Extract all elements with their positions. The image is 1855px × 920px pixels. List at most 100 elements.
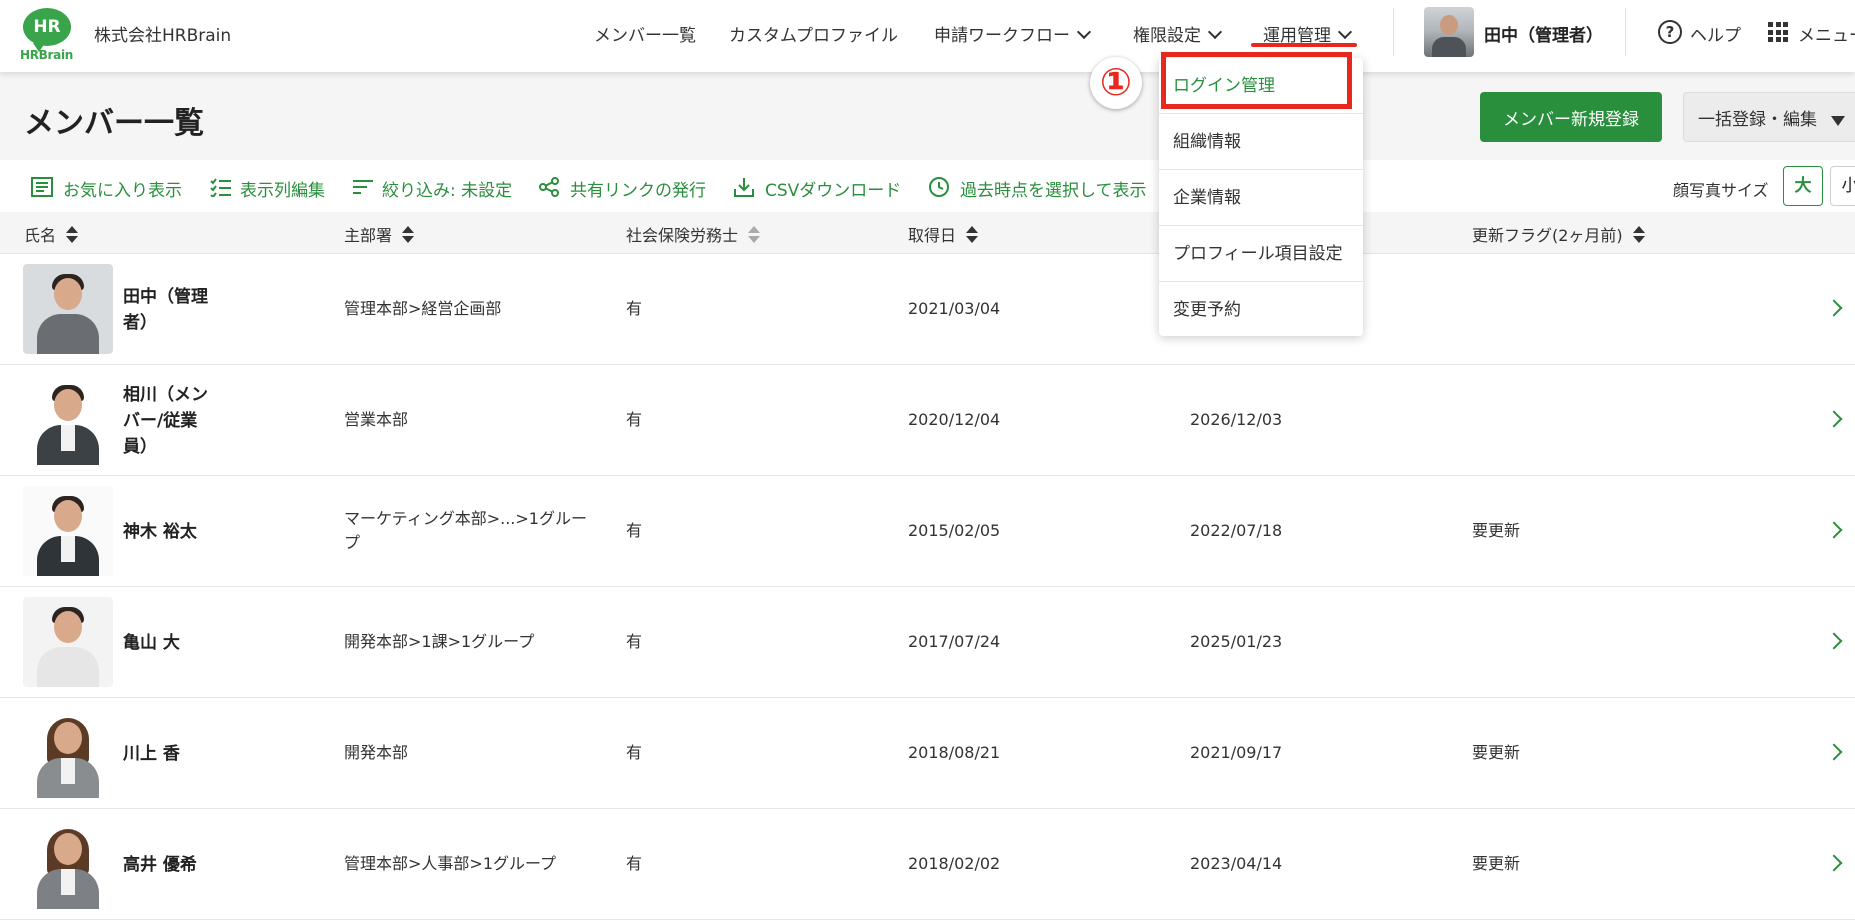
column-header-name[interactable]: 氏名 <box>24 222 79 246</box>
edit-columns-button[interactable]: 表示列編集 <box>240 176 325 201</box>
column-header-labor-consultant[interactable]: 社会保険労務士 <box>626 222 761 246</box>
nav-permissions[interactable]: 権限設定 <box>1133 21 1223 46</box>
help-icon[interactable]: ? <box>1658 20 1682 44</box>
photo-size-large-button[interactable]: 大 <box>1783 166 1823 206</box>
column-checklist-icon <box>210 178 231 197</box>
member-name: 亀山 大 <box>123 633 180 653</box>
chevron-right-icon[interactable] <box>1825 632 1843 650</box>
column-header-label: 主部署 <box>344 226 393 245</box>
member-photo <box>23 819 113 909</box>
step-number-badge: ① <box>1090 57 1142 109</box>
header-divider <box>1393 8 1394 56</box>
logo-bubble: HR <box>23 8 71 52</box>
member-department: 管理本部>経営企画部 <box>344 299 502 318</box>
member-acquired-date: 2018/08/21 <box>908 743 1001 762</box>
chevron-right-icon[interactable] <box>1825 854 1843 872</box>
member-name: 高井 優希 <box>123 855 197 875</box>
member-name: 神木 裕太 <box>123 522 197 542</box>
column-header-renewal-flag[interactable]: 更新フラグ(2ヶ月前) <box>1472 222 1645 246</box>
column-header-label: 氏名 <box>24 226 57 245</box>
member-labor-consultant: 有 <box>626 632 643 651</box>
nav-workflow[interactable]: 申請ワークフロー <box>934 21 1092 46</box>
bulk-edit-button[interactable]: 一括登録・編集 <box>1683 92 1855 142</box>
member-photo <box>23 375 113 465</box>
user-avatar[interactable] <box>1424 7 1474 57</box>
member-expiry-date: 2023/04/14 <box>1190 854 1283 873</box>
table-row[interactable]: 川上 香 開発本部 有 2018/08/21 2021/09/17 要更新 <box>0 698 1855 809</box>
menu-item-login-management[interactable]: ログイン管理 <box>1159 58 1363 114</box>
add-member-button[interactable]: メンバー新規登録 <box>1480 92 1662 142</box>
nav-label: 権限設定 <box>1133 26 1201 46</box>
chevron-right-icon[interactable] <box>1825 521 1843 539</box>
column-header-label: 更新フラグ(2ヶ月前) <box>1472 226 1623 245</box>
favorites-list-icon <box>31 177 53 197</box>
share-icon <box>539 177 559 197</box>
member-expiry-date: 2021/09/17 <box>1190 743 1283 762</box>
nav-member-list[interactable]: メンバー一覧 <box>594 21 696 46</box>
member-acquired-date: 2018/02/02 <box>908 854 1001 873</box>
table-row[interactable]: 相川（メン バー/従業 員） 営業本部 有 2020/12/04 2026/12… <box>0 365 1855 476</box>
member-renewal-flag: 要更新 <box>1472 854 1521 873</box>
chevron-down-icon <box>1337 24 1353 40</box>
chevron-down-icon <box>1207 24 1223 40</box>
nav-custom-profile[interactable]: カスタムプロファイル <box>729 21 898 46</box>
member-labor-consultant: 有 <box>626 521 643 540</box>
table-row[interactable]: 亀山 大 開発本部>1課>1グループ 有 2017/07/24 2025/01/… <box>0 587 1855 698</box>
menu-item-scheduled-changes[interactable]: 変更予約 <box>1159 282 1363 338</box>
menu-item-company-info[interactable]: 企業情報 <box>1159 170 1363 226</box>
share-link-button[interactable]: 共有リンクの発行 <box>570 176 706 201</box>
member-labor-consultant: 有 <box>626 299 643 318</box>
filter-button[interactable]: 絞り込み: 未設定 <box>382 176 512 201</box>
sort-icon <box>966 226 979 244</box>
member-photo <box>23 597 113 687</box>
chevron-right-icon[interactable] <box>1825 743 1843 761</box>
company-name: 株式会社HRBrain <box>94 26 232 46</box>
column-header-department[interactable]: 主部署 <box>344 222 415 246</box>
nav-label: カスタムプロファイル <box>729 26 898 46</box>
member-acquired-date: 2017/07/24 <box>908 632 1001 651</box>
chevron-right-icon[interactable] <box>1825 410 1843 428</box>
favorites-button[interactable]: お気に入り表示 <box>63 176 182 201</box>
member-department: 開発本部>1課>1グループ <box>344 632 535 651</box>
table-row[interactable]: 田中（管理 者） 管理本部>経営企画部 有 2021/03/04 <box>0 254 1855 365</box>
page-title: メンバー一覧 <box>24 106 204 141</box>
menu-item-profile-fields[interactable]: プロフィール項目設定 <box>1159 226 1363 282</box>
member-labor-consultant: 有 <box>626 854 643 873</box>
member-acquired-date: 2020/12/04 <box>908 410 1001 429</box>
download-icon <box>734 178 754 197</box>
help-link[interactable]: ヘルプ <box>1690 21 1741 46</box>
table-row[interactable]: 高井 優希 管理本部>人事部>1グループ 有 2018/02/02 2023/0… <box>0 809 1855 920</box>
csv-download-button[interactable]: CSVダウンロード <box>765 176 901 201</box>
member-expiry-date: 2022/07/18 <box>1190 521 1283 540</box>
member-photo <box>23 486 113 576</box>
column-header-label: 社会保険労務士 <box>626 226 739 245</box>
menu-link[interactable]: メニュー <box>1798 21 1855 46</box>
menu-item-organization-info[interactable]: 組織情報 <box>1159 114 1363 170</box>
photo-size-small-button[interactable]: 小 <box>1830 166 1855 206</box>
column-header-acquired-date[interactable]: 取得日 <box>908 222 979 246</box>
member-department: マーケティング本部>...>1グルー プ <box>344 509 587 552</box>
caret-down-icon <box>1831 115 1845 126</box>
nav-active-underline <box>1251 43 1357 47</box>
bulk-edit-label: 一括登録・編集 <box>1698 109 1817 130</box>
member-labor-consultant: 有 <box>626 743 643 762</box>
table-row[interactable]: 神木 裕太 マーケティング本部>...>1グルー プ 有 2015/02/05 … <box>0 476 1855 587</box>
member-department: 管理本部>人事部>1グループ <box>344 854 557 873</box>
operations-dropdown-menu: ログイン管理 組織情報 企業情報 プロフィール項目設定 変更予約 <box>1159 58 1363 336</box>
nav-label: 申請ワークフロー <box>934 26 1070 46</box>
history-view-button[interactable]: 過去時点を選択して表示 <box>960 176 1147 201</box>
sort-icon <box>748 226 761 244</box>
user-name[interactable]: 田中（管理者） <box>1484 21 1603 46</box>
hrbrain-logo[interactable]: HR HRBrain <box>20 8 76 62</box>
chevron-right-icon[interactable] <box>1825 299 1843 317</box>
member-renewal-flag: 要更新 <box>1472 743 1521 762</box>
member-department: 営業本部 <box>344 410 409 429</box>
sort-icon <box>402 226 415 244</box>
member-department: 開発本部 <box>344 743 409 762</box>
list-toolbar: お気に入り表示 表示列編集 絞り込み: 未設定 共有リンクの発行 CSVダウンロ… <box>0 160 1855 212</box>
apps-grid-icon[interactable] <box>1768 22 1788 42</box>
column-header-label: 取得日 <box>908 226 957 245</box>
header-divider <box>1625 8 1626 56</box>
page-title-bar: メンバー一覧 メンバー新規登録 一括登録・編集 <box>0 72 1855 160</box>
clock-icon <box>929 177 949 197</box>
